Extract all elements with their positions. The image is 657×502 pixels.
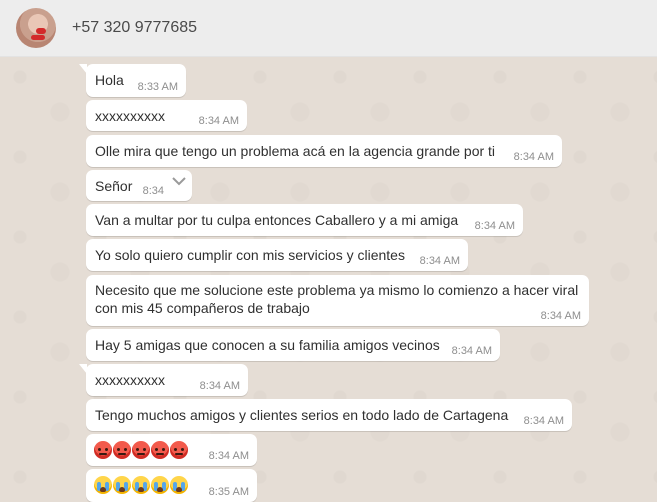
message-time: 8:34 AM (513, 151, 554, 163)
crying-face-icon (170, 476, 188, 494)
message-text: xxxxxxxxxx (95, 372, 165, 388)
angry-face-icon (170, 441, 188, 459)
message-bubble[interactable]: xxxxxxxxxx 8:34 AM (79, 364, 248, 396)
angry-face-icon (113, 441, 131, 459)
crying-face-icon (94, 476, 112, 494)
message-bubble[interactable]: Yo solo quiero cumplir con mis servicios… (86, 239, 468, 271)
message-time: 8:34 AM (451, 345, 492, 357)
message-bubble[interactable]: Señor 8:34 (86, 170, 192, 201)
message-bubble[interactable]: 8:35 AM (86, 469, 257, 502)
crying-face-icon (151, 476, 169, 494)
message-bubble[interactable]: Van a multar por tu culpa entonces Cabal… (86, 204, 523, 236)
contact-name[interactable]: +57 320 9777685 (72, 19, 197, 37)
message-time: 8:35 AM (208, 486, 249, 498)
message-time: 8:34 AM (199, 380, 240, 392)
message-time: 8:34 AM (474, 220, 515, 232)
message-bubble[interactable]: Necesito que me solucione este problema … (86, 275, 589, 326)
message-time: 8:34 AM (419, 255, 460, 267)
crying-face-icon (132, 476, 150, 494)
message-list[interactable]: Hola 8:33 AM xxxxxxxxxx 8:34 AM Olle mir… (0, 57, 657, 502)
message-bubble[interactable]: xxxxxxxxxx 8:34 AM (86, 100, 247, 131)
message-text: Yo solo quiero cumplir con mis servicios… (95, 247, 405, 263)
chat-header: +57 320 9777685 (0, 0, 657, 57)
message-bubble[interactable]: Hola 8:33 AM (79, 64, 186, 97)
message-time: 8:34 AM (208, 450, 249, 462)
contact-avatar[interactable] (16, 8, 56, 48)
message-time: 8:34 AM (198, 115, 239, 127)
message-text: Tengo muchos amigos y clientes serios en… (95, 407, 509, 423)
message-text: Señor (95, 178, 133, 194)
message-time: 8:34 (142, 185, 164, 197)
emoji-row (94, 441, 188, 459)
message-text: Hola (95, 72, 124, 88)
crying-face-icon (113, 476, 131, 494)
angry-face-icon (132, 441, 150, 459)
message-text: Necesito que me solucione este problema … (95, 282, 579, 316)
message-time: 8:33 AM (137, 81, 178, 93)
message-text: Van a multar por tu culpa entonces Cabal… (95, 212, 459, 228)
message-time: 8:34 AM (523, 415, 564, 427)
message-bubble[interactable]: Olle mira que tengo un problema acá en l… (86, 135, 562, 167)
chevron-down-icon[interactable] (172, 176, 186, 186)
emoji-row (94, 476, 188, 494)
angry-face-icon (151, 441, 169, 459)
message-bubble[interactable]: Hay 5 amigas que conocen a su familia am… (86, 329, 500, 361)
avatar-detail (31, 35, 45, 40)
message-bubble[interactable]: Tengo muchos amigos y clientes serios en… (86, 399, 572, 431)
message-text: Hay 5 amigas que conocen a su familia am… (95, 337, 440, 353)
angry-face-icon (94, 441, 112, 459)
message-text: xxxxxxxxxx (95, 108, 165, 124)
message-bubble[interactable]: 8:34 AM (86, 434, 257, 466)
message-text: Olle mira que tengo un problema acá en l… (95, 143, 496, 159)
avatar-detail (36, 28, 46, 34)
message-time: 8:34 AM (540, 310, 581, 322)
